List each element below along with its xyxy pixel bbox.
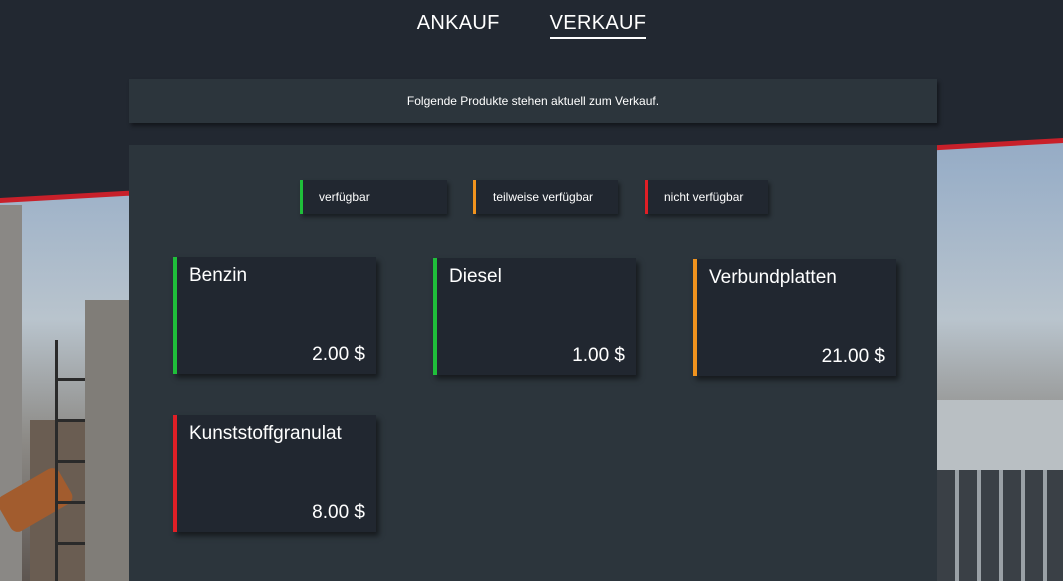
legend-partially-available: teilweise verfügbar	[473, 180, 618, 214]
legend-available: verfügbar	[300, 180, 447, 214]
legend-unavailable: nicht verfügbar	[645, 180, 768, 214]
product-name: Diesel	[449, 266, 502, 287]
legend-partially-available-color	[473, 180, 476, 214]
product-price: 1.00 $	[572, 345, 625, 366]
products-panel: verfügbar teilweise verfügbar nicht verf…	[129, 145, 937, 581]
legend-partially-available-label: teilweise verfügbar	[493, 190, 594, 204]
legend-available-label: verfügbar	[319, 190, 370, 204]
product-name: Kunststoffgranulat	[189, 423, 342, 444]
background-building-windows	[937, 470, 1063, 581]
top-navigation: ANKAUF VERKAUF	[0, 12, 1063, 39]
background-structure	[85, 300, 130, 581]
status-indicator	[173, 415, 177, 532]
product-price: 21.00 $	[821, 346, 885, 367]
product-price: 2.00 $	[312, 344, 365, 365]
product-card-benzin[interactable]: Benzin 2.00 $	[173, 257, 376, 374]
product-card-kunststoffgranulat[interactable]: Kunststoffgranulat 8.00 $	[173, 415, 376, 532]
product-price: 8.00 $	[312, 502, 365, 523]
tab-verkauf[interactable]: VERKAUF	[549, 12, 647, 39]
product-name: Verbundplatten	[709, 267, 837, 288]
status-indicator	[433, 258, 437, 375]
status-indicator	[173, 257, 177, 374]
product-name: Benzin	[189, 265, 248, 286]
legend-available-color	[300, 180, 303, 214]
status-indicator	[693, 259, 697, 376]
product-card-verbundplatten[interactable]: Verbundplatten 21.00 $	[693, 259, 896, 376]
info-banner-text: Folgende Produkte stehen aktuell zum Ver…	[406, 94, 660, 108]
product-card-diesel[interactable]: Diesel 1.00 $	[433, 258, 636, 375]
legend-unavailable-color	[645, 180, 648, 214]
legend-unavailable-label: nicht verfügbar	[664, 190, 744, 204]
tab-ankauf[interactable]: ANKAUF	[417, 12, 500, 39]
info-banner: Folgende Produkte stehen aktuell zum Ver…	[129, 79, 937, 123]
